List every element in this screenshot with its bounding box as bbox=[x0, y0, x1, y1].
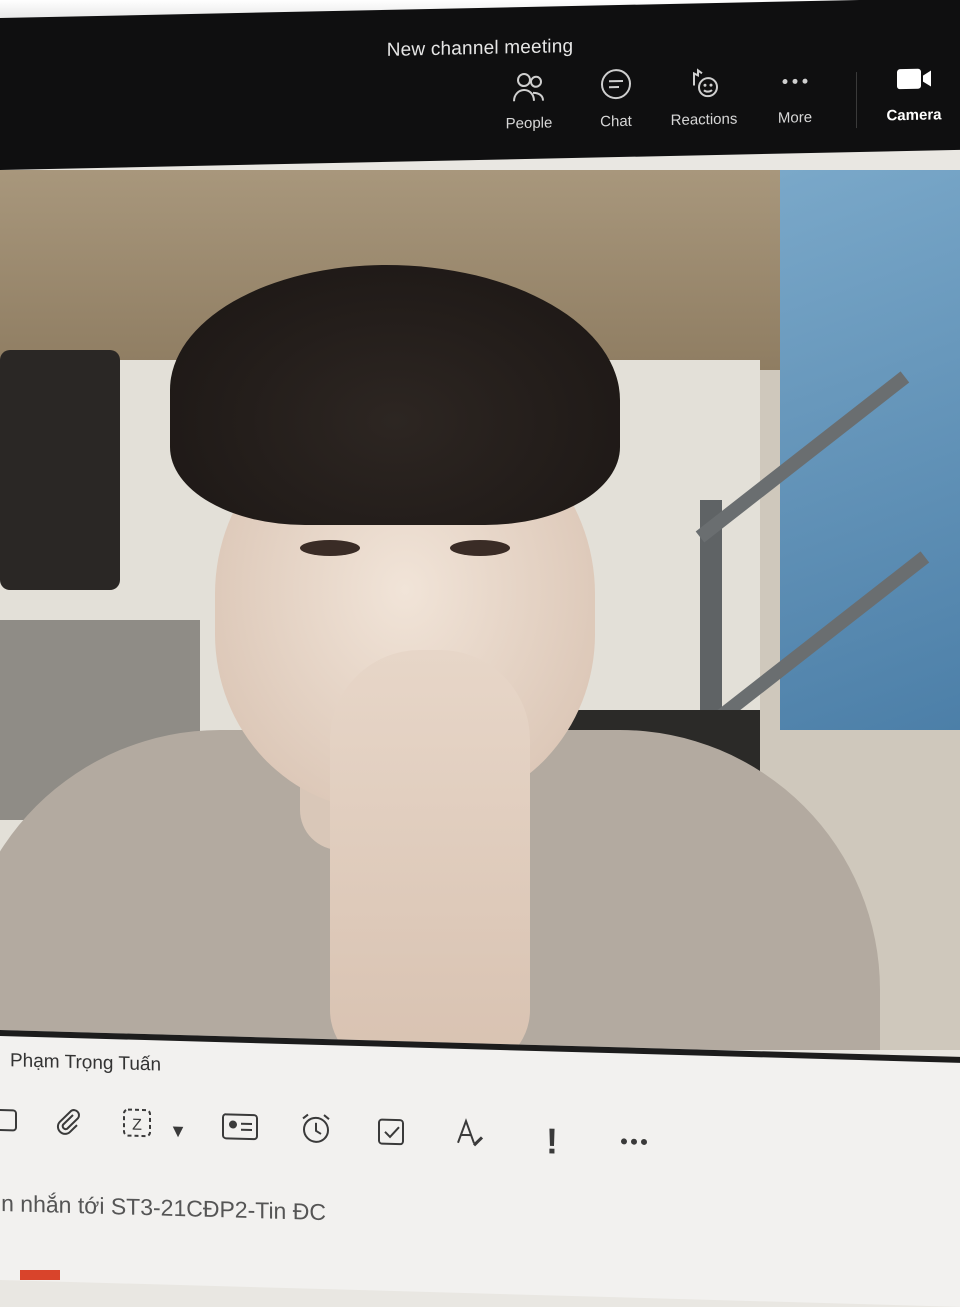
more-label: More bbox=[749, 108, 841, 127]
reactions-label: Reactions bbox=[658, 110, 750, 129]
people-button[interactable]: People bbox=[483, 68, 575, 133]
people-icon bbox=[483, 68, 575, 114]
text-format-icon[interactable] bbox=[446, 1114, 494, 1163]
attach-icon[interactable] bbox=[44, 1103, 92, 1152]
more-icon bbox=[749, 62, 841, 108]
task-icon[interactable] bbox=[368, 1112, 416, 1161]
toolbar-divider bbox=[856, 72, 857, 128]
taskbar-accent bbox=[20, 1270, 60, 1280]
message-input[interactable]: in nhắn tới ST3-21CĐP2-Tin ĐC bbox=[0, 1190, 326, 1226]
people-label: People bbox=[483, 114, 575, 133]
more-button[interactable]: More bbox=[749, 62, 841, 127]
sender-name: Phạm Trọng Tuấn bbox=[10, 1050, 161, 1076]
composer-toolbar: Z ▼ ! bbox=[0, 1102, 960, 1189]
meeting-header: New channel meeting People Chat Reaction… bbox=[0, 0, 960, 170]
image-icon[interactable] bbox=[0, 1101, 28, 1150]
chat-icon bbox=[570, 66, 662, 112]
important-icon[interactable]: ! bbox=[528, 1117, 576, 1166]
dropdown-icon[interactable]: ▼ bbox=[154, 1106, 202, 1155]
contact-card-icon[interactable] bbox=[216, 1108, 264, 1157]
camera-button[interactable]: Camera bbox=[868, 60, 960, 125]
reactions-button[interactable]: Reactions bbox=[658, 64, 750, 129]
meeting-toolbar: People Chat Reactions More Camera bbox=[0, 60, 960, 160]
svg-text:Z: Z bbox=[132, 1117, 142, 1134]
alarm-icon[interactable] bbox=[292, 1110, 340, 1159]
reactions-icon bbox=[658, 64, 750, 110]
camera-label: Camera bbox=[868, 106, 960, 125]
participant-video bbox=[0, 170, 960, 1050]
message-composer: Phạm Trọng Tuấn Z ▼ ! in nhắn tới ST3-21… bbox=[0, 1030, 960, 1307]
chat-button[interactable]: Chat bbox=[570, 66, 662, 131]
chat-label: Chat bbox=[570, 112, 662, 131]
camera-icon bbox=[868, 60, 960, 106]
more-options-icon[interactable] bbox=[610, 1119, 658, 1168]
